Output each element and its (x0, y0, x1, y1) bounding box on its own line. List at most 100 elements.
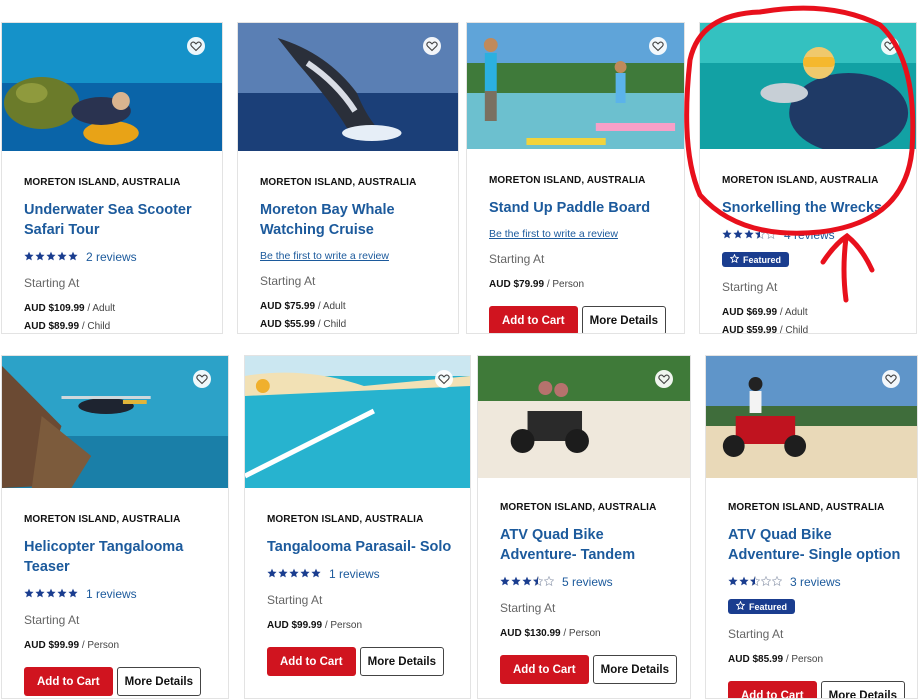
tour-image[interactable] (467, 23, 684, 149)
tour-image[interactable] (700, 23, 916, 149)
price-list: AUD $99.99 / Person (267, 617, 458, 635)
price-amount: AUD $99.99 (24, 640, 80, 651)
tour-image[interactable] (238, 23, 458, 151)
tour-image[interactable] (706, 356, 917, 478)
card-body: MORETON ISLAND, AUSTRALIA ATV Quad Bike A… (728, 502, 905, 698)
price-list: AUD $69.99 / Adult AUD $59.99 / Child (722, 304, 904, 334)
reviews-link[interactable]: 3 reviews (790, 575, 841, 589)
featured-label: Featured (749, 601, 788, 612)
more-details-button[interactable]: More Details (116, 667, 201, 696)
price-amount: AUD $69.99 (722, 307, 778, 318)
location-label: MORETON ISLAND, AUSTRALIA (489, 175, 646, 186)
reviews-link[interactable]: 2 reviews (86, 250, 137, 264)
star-icon (722, 226, 732, 244)
price-unit: / Child (317, 319, 347, 330)
heart-icon[interactable] (193, 370, 211, 388)
first-review-link[interactable]: Be the first to write a review (489, 228, 672, 240)
tour-image[interactable] (245, 356, 470, 488)
star-icon (739, 573, 749, 591)
star-icon (278, 565, 288, 583)
card-body: MORETON ISLAND, AUSTRALIA Snorkelling the… (722, 175, 904, 334)
star-icon (46, 248, 56, 266)
tour-title-link[interactable]: Snorkelling the Wrecks (722, 198, 904, 218)
card-actions: Add to Cart More Details (500, 655, 678, 684)
star-icon (57, 585, 67, 603)
heart-icon[interactable] (655, 370, 673, 388)
star-icon (760, 573, 772, 591)
tour-card[interactable]: MORETON ISLAND, AUSTRALIA Stand Up Paddle… (466, 22, 685, 334)
price-list: AUD $75.99 / Adult AUD $55.99 / Child (260, 298, 446, 333)
add-to-cart-button[interactable]: Add to Cart (24, 667, 113, 696)
heart-icon[interactable] (649, 37, 667, 55)
star-icon (57, 248, 67, 266)
tour-title-link[interactable]: Underwater Sea Scooter Safari Tour (24, 200, 210, 240)
tour-title-link[interactable]: Tangalooma Parasail- Solo (267, 537, 458, 557)
more-details-button[interactable]: More Details (359, 647, 444, 676)
heart-icon[interactable] (435, 370, 453, 388)
tour-card[interactable]: MORETON ISLAND, AUSTRALIA Snorkelling the… (699, 22, 917, 334)
star-rating (24, 248, 78, 266)
starting-at-label: Starting At (728, 627, 784, 641)
card-body: MORETON ISLAND, AUSTRALIA Underwater Sea … (24, 177, 210, 333)
price-amount: AUD $130.99 (500, 628, 561, 639)
more-details-button[interactable]: More Details (581, 306, 666, 333)
reviews-link[interactable]: 5 reviews (562, 575, 613, 589)
tour-card[interactable]: MORETON ISLAND, AUSTRALIA Moreton Bay Wha… (237, 22, 459, 334)
reviews-link[interactable]: 1 reviews (86, 587, 137, 601)
location-label: MORETON ISLAND, AUSTRALIA (722, 175, 879, 186)
tour-title-link[interactable]: Helicopter Tangalooma Teaser (24, 537, 216, 577)
heart-icon[interactable] (423, 37, 441, 55)
heart-icon[interactable] (882, 370, 900, 388)
tour-title-link[interactable]: ATV Quad Bike Adventure- Single option (728, 525, 905, 565)
tour-card[interactable]: MORETON ISLAND, AUSTRALIA ATV Quad Bike A… (477, 355, 691, 699)
starting-at-label: Starting At (267, 593, 323, 607)
tour-image[interactable] (2, 23, 222, 151)
price-amount: AUD $59.99 (722, 325, 778, 334)
tour-card[interactable]: MORETON ISLAND, AUSTRALIA Helicopter Tang… (1, 355, 229, 699)
first-review-link[interactable]: Be the first to write a review (260, 250, 446, 262)
price-list: AUD $85.99 / Person (728, 651, 905, 669)
rating-row: 2 reviews (24, 250, 210, 264)
tour-image[interactable] (2, 356, 228, 488)
add-to-cart-button[interactable]: Add to Cart (489, 306, 578, 333)
tour-title-link[interactable]: ATV Quad Bike Adventure- Tandem (500, 525, 678, 565)
add-to-cart-button[interactable]: Add to Cart (500, 655, 589, 684)
reviews-link[interactable]: 4 reviews (784, 228, 835, 242)
tour-title-link[interactable]: Stand Up Paddle Board (489, 198, 672, 218)
price-amount: AUD $99.99 (267, 620, 323, 631)
price-amount: AUD $79.99 (489, 279, 545, 290)
tour-card[interactable]: MORETON ISLAND, AUSTRALIA Underwater Sea … (1, 22, 223, 334)
location-label: MORETON ISLAND, AUSTRALIA (267, 514, 424, 525)
star-icon (733, 226, 743, 244)
star-icon (267, 565, 277, 583)
tour-image[interactable] (478, 356, 690, 478)
card-body: MORETON ISLAND, AUSTRALIA Tangalooma Para… (267, 514, 458, 676)
tour-card[interactable]: MORETON ISLAND, AUSTRALIA ATV Quad Bike A… (705, 355, 918, 699)
price-unit: / Person (785, 654, 824, 665)
starting-at-label: Starting At (24, 613, 80, 627)
star-icon (543, 573, 555, 591)
reviews-link[interactable]: 1 reviews (329, 567, 380, 581)
price-unit: / Person (546, 279, 585, 290)
price-line: AUD $109.99 / Adult (24, 300, 210, 318)
more-details-button[interactable]: More Details (592, 655, 677, 684)
price-list: AUD $79.99 / Person (489, 276, 672, 294)
star-icon (500, 573, 510, 591)
add-to-cart-button[interactable]: Add to Cart (728, 681, 817, 698)
add-to-cart-button[interactable]: Add to Cart (267, 647, 356, 676)
tour-title-link[interactable]: Moreton Bay Whale Watching Cruise (260, 200, 446, 240)
star-icon (24, 585, 34, 603)
heart-icon[interactable] (187, 37, 205, 55)
star-icon (749, 573, 761, 591)
more-details-button[interactable]: More Details (820, 681, 905, 698)
price-line: AUD $55.99 / Child (260, 316, 446, 333)
star-rating (722, 226, 777, 244)
rating-row: 4 reviews (722, 228, 904, 242)
price-line: AUD $59.99 / Child (722, 322, 904, 334)
card-actions: Add to Cart More Details (728, 681, 905, 698)
star-icon (35, 585, 45, 603)
tour-card[interactable]: MORETON ISLAND, AUSTRALIA Tangalooma Para… (244, 355, 471, 699)
card-actions: Add to Cart More Details (24, 667, 216, 696)
heart-icon[interactable] (881, 37, 899, 55)
star-icon (771, 573, 783, 591)
